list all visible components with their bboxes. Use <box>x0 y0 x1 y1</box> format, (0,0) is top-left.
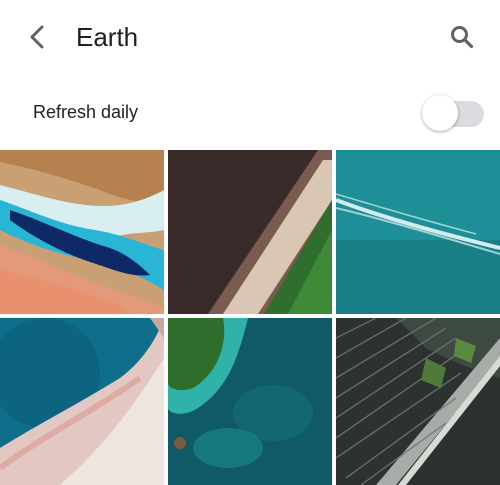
page-title: Earth <box>76 22 139 52</box>
wallpaper-teal-water[interactable] <box>336 150 500 314</box>
wallpaper-lagoon-sandbar[interactable] <box>0 318 164 485</box>
search-icon <box>451 26 474 49</box>
wallpaper-grid <box>0 150 500 485</box>
search-button[interactable] <box>444 19 480 55</box>
wallpaper-desert-coast[interactable] <box>0 150 164 314</box>
refresh-daily-switch[interactable] <box>422 93 488 131</box>
app-bar: Earth <box>0 0 500 74</box>
wallpaper-dune-ridge[interactable] <box>168 150 332 314</box>
refresh-daily-row[interactable]: Refresh daily <box>0 82 500 142</box>
back-button[interactable] <box>20 19 56 55</box>
refresh-daily-label: Refresh daily <box>33 102 139 122</box>
wallpaper-city-fields[interactable] <box>336 318 500 485</box>
wallpaper-reef-island[interactable] <box>168 318 332 485</box>
switch-thumb <box>422 95 458 131</box>
arrow-back-icon <box>30 25 44 49</box>
